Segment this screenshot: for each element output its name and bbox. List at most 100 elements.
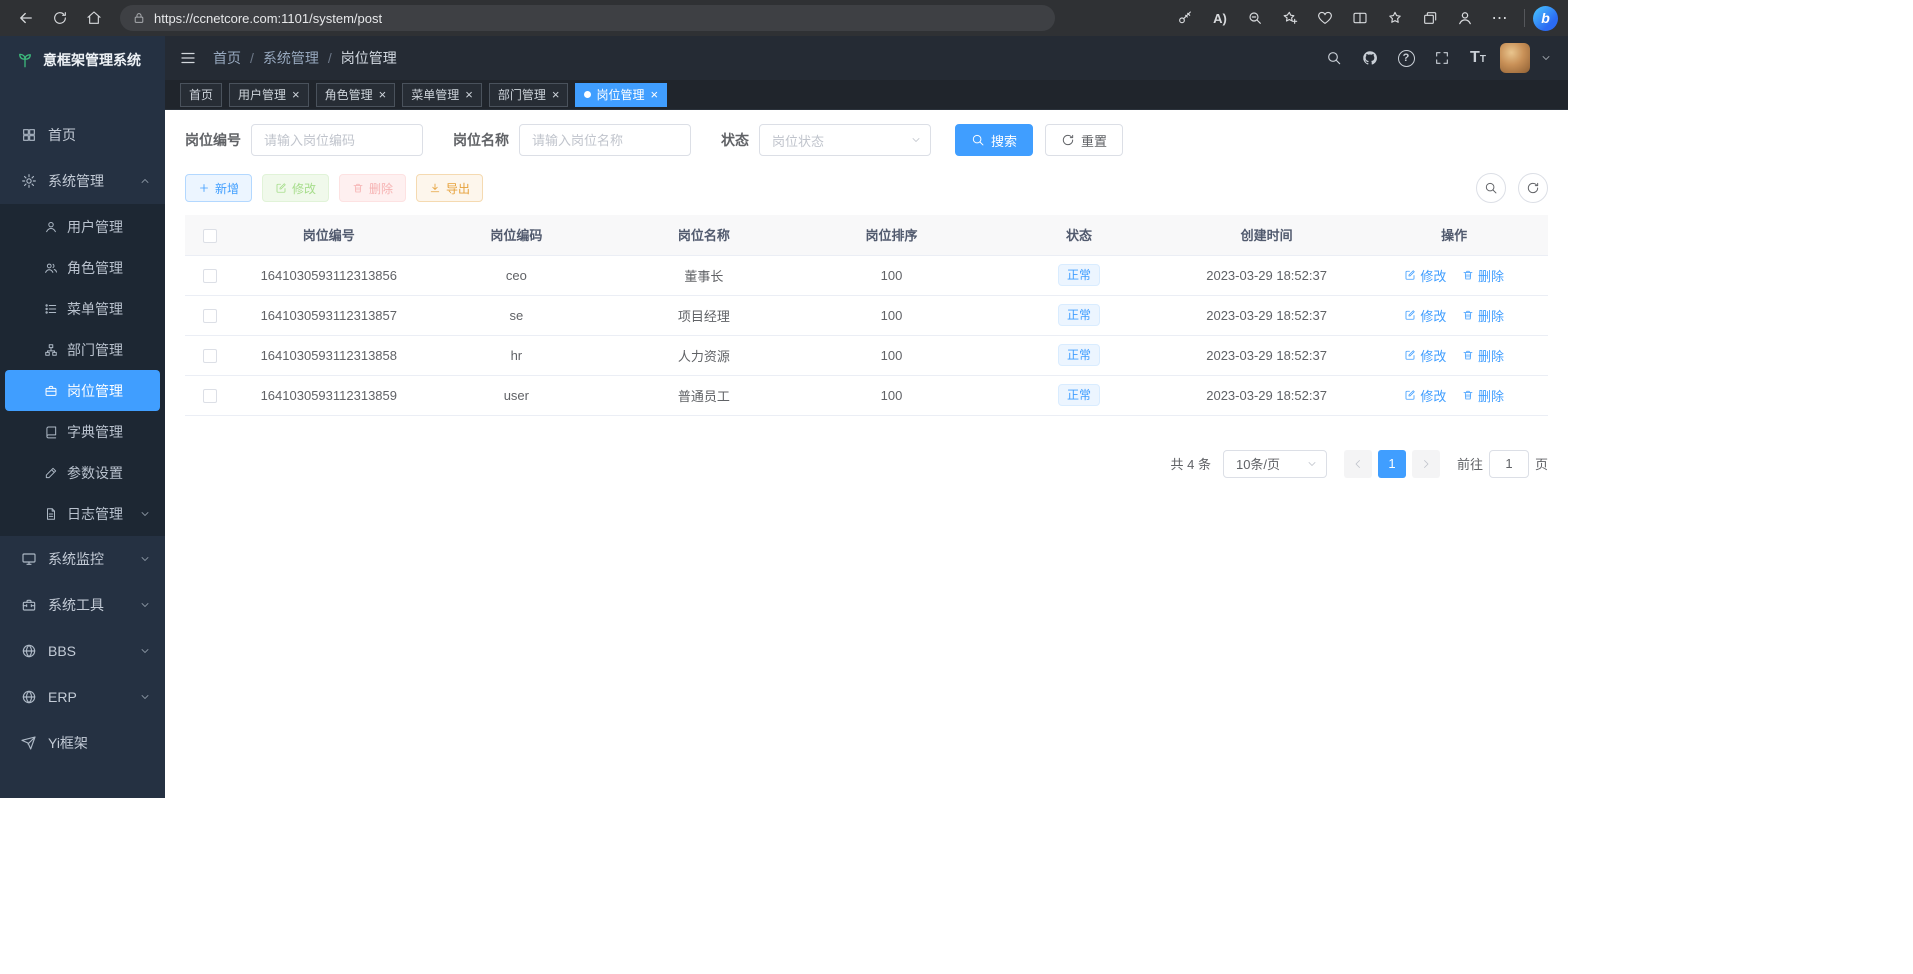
- reset-button[interactable]: 重置: [1045, 124, 1123, 156]
- password-key-button[interactable]: [1169, 3, 1201, 33]
- read-aloud-button[interactable]: A): [1204, 3, 1236, 33]
- col-status: 状态: [985, 215, 1173, 255]
- page-size-select[interactable]: 10条/页: [1223, 450, 1327, 478]
- post-name-input[interactable]: [519, 124, 691, 156]
- sidebar-item-logs[interactable]: 日志管理: [0, 493, 165, 534]
- row-edit-link[interactable]: 修改: [1404, 306, 1446, 325]
- sidebar-item-erp[interactable]: ERP: [0, 674, 165, 720]
- user-avatar[interactable]: [1500, 43, 1530, 73]
- sidebar-item-users[interactable]: 用户管理: [0, 206, 165, 247]
- row-checkbox[interactable]: [203, 349, 217, 363]
- edit-button[interactable]: 修改: [262, 174, 329, 202]
- sidebar-item-tools[interactable]: 系统工具: [0, 582, 165, 628]
- toggle-search-button[interactable]: [1476, 173, 1506, 203]
- tab-menu-management[interactable]: 菜单管理 ×: [402, 83, 482, 107]
- read-aloud-icon: A): [1213, 11, 1227, 26]
- collections-button[interactable]: [1414, 3, 1446, 33]
- sidebar-item-monitoring[interactable]: 系统监控: [0, 536, 165, 582]
- sidebar-item-bbs[interactable]: BBS: [0, 628, 165, 674]
- row-checkbox[interactable]: [203, 269, 217, 283]
- select-all-checkbox[interactable]: [203, 229, 217, 243]
- github-link-button[interactable]: [1356, 44, 1384, 72]
- browser-back-button[interactable]: [10, 3, 42, 33]
- row-checkbox[interactable]: [203, 309, 217, 323]
- row-delete-link[interactable]: 删除: [1462, 306, 1504, 325]
- goto-page-input[interactable]: [1489, 450, 1529, 478]
- post-code-input[interactable]: [251, 124, 423, 156]
- close-icon[interactable]: ×: [465, 88, 473, 101]
- add-favorite-button[interactable]: [1274, 3, 1306, 33]
- page-number-button[interactable]: 1: [1378, 450, 1406, 478]
- address-bar[interactable]: https://ccnetcore.com:1101/system/post: [120, 5, 1055, 31]
- sidebar-toggle-button[interactable]: [179, 49, 197, 67]
- export-button[interactable]: 导出: [416, 174, 483, 202]
- tab-department-management[interactable]: 部门管理 ×: [489, 83, 569, 107]
- browser-essentials-button[interactable]: [1309, 3, 1341, 33]
- favorites-button[interactable]: [1379, 3, 1411, 33]
- close-icon[interactable]: ×: [379, 88, 387, 101]
- next-page-button[interactable]: [1412, 450, 1440, 478]
- caret-down-icon[interactable]: [1540, 52, 1552, 64]
- sidebar-item-label: 用户管理: [67, 217, 123, 237]
- cell-post-name: 人力资源: [610, 335, 798, 375]
- tab-post-management[interactable]: 岗位管理 ×: [575, 83, 667, 107]
- sidebar-item-menus[interactable]: 菜单管理: [0, 288, 165, 329]
- header-search-button[interactable]: [1320, 44, 1348, 72]
- fullscreen-button[interactable]: [1428, 44, 1456, 72]
- sidebar-item-home[interactable]: 首页: [0, 112, 165, 158]
- row-delete-link[interactable]: 删除: [1462, 346, 1504, 365]
- navbar-actions: ? TT: [1320, 43, 1552, 73]
- close-icon[interactable]: ×: [650, 88, 658, 101]
- browser-home-button[interactable]: [78, 3, 110, 33]
- row-delete-link[interactable]: 删除: [1462, 266, 1504, 285]
- row-delete-link[interactable]: 删除: [1462, 386, 1504, 405]
- sidebar-item-dictionary[interactable]: 字典管理: [0, 411, 165, 452]
- breadcrumb-separator: /: [328, 50, 332, 66]
- heart-pulse-icon: [1317, 10, 1333, 26]
- sidebar-item-yi-framework[interactable]: Yi框架: [0, 720, 165, 766]
- site-lock-icon[interactable]: [132, 11, 146, 25]
- trash-icon: [1462, 269, 1474, 281]
- refresh-table-button[interactable]: [1518, 173, 1548, 203]
- sidebar-item-parameters[interactable]: 参数设置: [0, 452, 165, 493]
- browser-refresh-button[interactable]: [44, 3, 76, 33]
- tab-label: 岗位管理: [596, 86, 644, 103]
- row-edit-link[interactable]: 修改: [1404, 266, 1446, 285]
- tab-home[interactable]: 首页: [180, 83, 222, 107]
- sidebar-item-roles[interactable]: 角色管理: [0, 247, 165, 288]
- close-icon[interactable]: ×: [552, 88, 560, 101]
- tab-user-management[interactable]: 用户管理 ×: [229, 83, 309, 107]
- search-button[interactable]: 搜索: [955, 124, 1033, 156]
- docs-help-button[interactable]: ?: [1392, 44, 1420, 72]
- chevron-down-icon: [139, 691, 151, 703]
- tab-role-management[interactable]: 角色管理 ×: [316, 83, 396, 107]
- sidebar-item-departments[interactable]: 部门管理: [0, 329, 165, 370]
- row-checkbox[interactable]: [203, 389, 217, 403]
- status-select[interactable]: 岗位状态: [759, 124, 931, 156]
- app-logo[interactable]: 意框架管理系统: [0, 36, 165, 84]
- hamburger-icon: [179, 49, 197, 67]
- sidebar-item-posts[interactable]: 岗位管理: [5, 370, 160, 411]
- close-icon[interactable]: ×: [292, 88, 300, 101]
- row-edit-link[interactable]: 修改: [1404, 386, 1446, 405]
- prev-page-button[interactable]: [1344, 450, 1372, 478]
- sidebar-item-system[interactable]: 系统管理: [0, 158, 165, 204]
- cell-post-name: 董事长: [610, 255, 798, 295]
- cell-post-id: 1641030593112313857: [235, 295, 423, 335]
- monitor-icon: [21, 551, 37, 567]
- chevron-left-icon: [1352, 458, 1364, 470]
- breadcrumb-home[interactable]: 首页: [213, 48, 241, 68]
- delete-button[interactable]: 删除: [339, 174, 406, 202]
- font-size-button[interactable]: TT: [1464, 44, 1492, 72]
- add-button[interactable]: 新增: [185, 174, 252, 202]
- split-screen-button[interactable]: [1344, 3, 1376, 33]
- cell-created: 2023-03-29 18:52:37: [1173, 255, 1361, 295]
- col-post-id: 岗位编号: [235, 215, 423, 255]
- row-edit-link[interactable]: 修改: [1404, 346, 1446, 365]
- search-icon: [1326, 50, 1342, 66]
- search-icon: [971, 133, 985, 147]
- copilot-button[interactable]: b: [1533, 6, 1558, 31]
- zoom-out-button[interactable]: [1239, 3, 1271, 33]
- browser-menu-button[interactable]: ⋯: [1484, 3, 1516, 33]
- browser-profile-button[interactable]: [1449, 3, 1481, 33]
